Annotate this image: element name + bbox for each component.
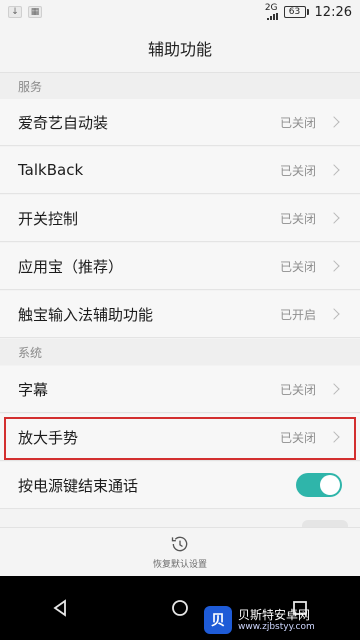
row-status: 已关闭 [279, 259, 316, 274]
chevron-right-icon [328, 164, 340, 176]
section-header-system: 系统 [0, 339, 360, 365]
page-title: 辅助功能 [0, 24, 360, 72]
row-label: 字幕 [18, 380, 49, 399]
home-button[interactable] [160, 588, 200, 628]
back-icon [53, 599, 66, 617]
battery-icon: 63 [283, 6, 309, 18]
signal-indicator: 2G [265, 4, 278, 20]
setting-row-chubao-input[interactable]: 触宝输入法辅助功能 已开启 [0, 291, 360, 338]
signal-bars-icon [266, 13, 278, 20]
restore-defaults-button[interactable]: 恢复默认设置 [0, 527, 360, 576]
setting-row-power-end-call[interactable]: 按电源键结束通话 [0, 462, 360, 509]
setting-row-switch-control[interactable]: 开关控制 已关闭 [0, 195, 360, 242]
restore-icon [171, 536, 188, 552]
row-status: 已关闭 [279, 115, 316, 130]
download-notification-icon: ↓ [8, 6, 22, 18]
row-label: 开关控制 [18, 209, 79, 228]
image-notification-icon: ▦ [28, 6, 42, 18]
chevron-right-icon [328, 383, 340, 395]
power-end-call-toggle[interactable] [296, 473, 342, 497]
clock: 12:26 [314, 4, 352, 20]
battery-level: 63 [288, 7, 301, 17]
chevron-right-icon [328, 260, 340, 272]
watermark-url: www.zjbstyy.com [238, 621, 315, 632]
highlight-box [4, 417, 356, 460]
restore-defaults-label: 恢复默认设置 [152, 560, 207, 570]
row-label: 按电源键结束通话 [18, 476, 139, 495]
network-type: 2G [264, 3, 278, 13]
chevron-right-icon [328, 116, 340, 128]
row-label: 爱奇艺自动装 [18, 113, 109, 132]
row-status: 已关闭 [279, 211, 316, 226]
setting-row-talkback[interactable]: TalkBack 已关闭 [0, 147, 360, 194]
toggle-knob [320, 475, 340, 495]
section-header-services: 服务 [0, 73, 360, 99]
back-button[interactable] [40, 588, 80, 628]
row-label: 应用宝（推荐） [18, 257, 124, 276]
setting-row-yingyongbao[interactable]: 应用宝（推荐） 已关闭 [0, 243, 360, 290]
row-label: TalkBack [18, 161, 84, 179]
watermark-title: 贝斯特安卓网 [238, 607, 311, 622]
watermark-logo: 贝 [204, 606, 232, 634]
row-status: 已关闭 [279, 382, 316, 397]
row-status: 已关闭 [279, 163, 316, 178]
chevron-right-icon [328, 212, 340, 224]
chevron-right-icon [328, 308, 340, 320]
home-icon [172, 600, 188, 616]
setting-row-captions[interactable]: 字幕 已关闭 [0, 366, 360, 413]
row-label: 触宝输入法辅助功能 [18, 305, 154, 324]
watermark: 贝 贝斯特安卓网 www.zjbstyy.com [204, 604, 354, 636]
row-status: 已开启 [279, 307, 316, 322]
status-bar: ↓ ▦ 2G 63 12:26 [0, 0, 360, 24]
setting-row-iqiyi-autoinstall[interactable]: 爱奇艺自动装 已关闭 [0, 99, 360, 146]
